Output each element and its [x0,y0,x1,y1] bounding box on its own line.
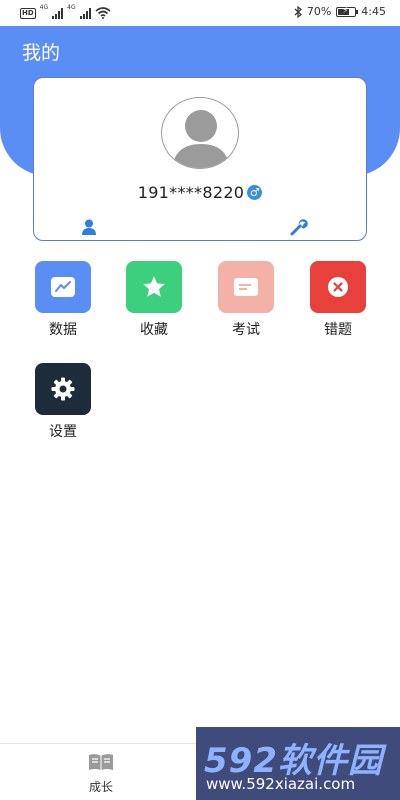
chart-icon [51,277,75,297]
watermark-url: www.592xiazai.com [206,775,356,793]
menu-label-favorites: 收藏 [140,322,168,338]
exam-tile[interactable] [218,261,274,313]
bluetooth-icon [294,5,302,18]
wrench-icon[interactable] [290,218,308,236]
nav-label-growth: 成长 [88,780,113,794]
menu-item-settings[interactable]: 设置 [35,363,91,441]
battery-percent: 70% [306,5,332,18]
menu-item-data[interactable]: 数据 [35,261,91,339]
data-tile[interactable] [35,261,91,313]
signal-icon-2 [79,8,91,19]
gear-icon [51,377,75,401]
male-icon: ♂ [247,185,263,200]
star-icon [143,276,165,297]
default-avatar-icon [172,110,230,168]
mistakes-tile[interactable] [310,261,366,313]
menu-label-exam: 考试 [232,322,260,338]
document-icon [234,278,258,296]
page-title: 我的 [22,42,61,64]
avatar[interactable] [161,97,239,169]
menu-item-mistakes[interactable]: 错题 [310,261,366,339]
clock: 4:45 [361,5,386,18]
close-circle-icon [328,277,348,297]
battery-icon: ⚡ [336,5,359,17]
nav-item-growth[interactable]: 成长 [78,752,124,795]
status-right: 70% ⚡ 4:45 [294,5,386,18]
status-left: HD 4G 4G [20,5,111,19]
hd-badge: HD [20,8,36,19]
settings-tile[interactable] [35,363,91,415]
status-bar: HD 4G 4G 70% ⚡ 4:45 [0,0,400,26]
signal-icon [52,8,64,19]
profile-card: 191****8220 ♂ [33,77,367,241]
book-icon [89,754,113,770]
menu-label-mistakes: 错题 [324,322,352,338]
menu-label-data: 数据 [49,322,77,338]
menu-item-favorites[interactable]: 收藏 [126,261,182,339]
user-profile-icon[interactable] [80,218,98,236]
phone-number: 191****8220 [137,183,245,202]
phone-row: 191****8220 ♂ [34,183,366,202]
watermark: 592软件园 www.592xiazai.com [196,727,400,800]
charging-icon: ⚡ [342,5,349,16]
menu-item-exam[interactable]: 考试 [218,261,274,339]
favorites-tile[interactable] [126,261,182,313]
network-type-2: 4G [67,4,76,11]
network-type-1: 4G [39,4,49,11]
wifi-icon [95,7,111,19]
menu-label-settings: 设置 [49,424,77,440]
